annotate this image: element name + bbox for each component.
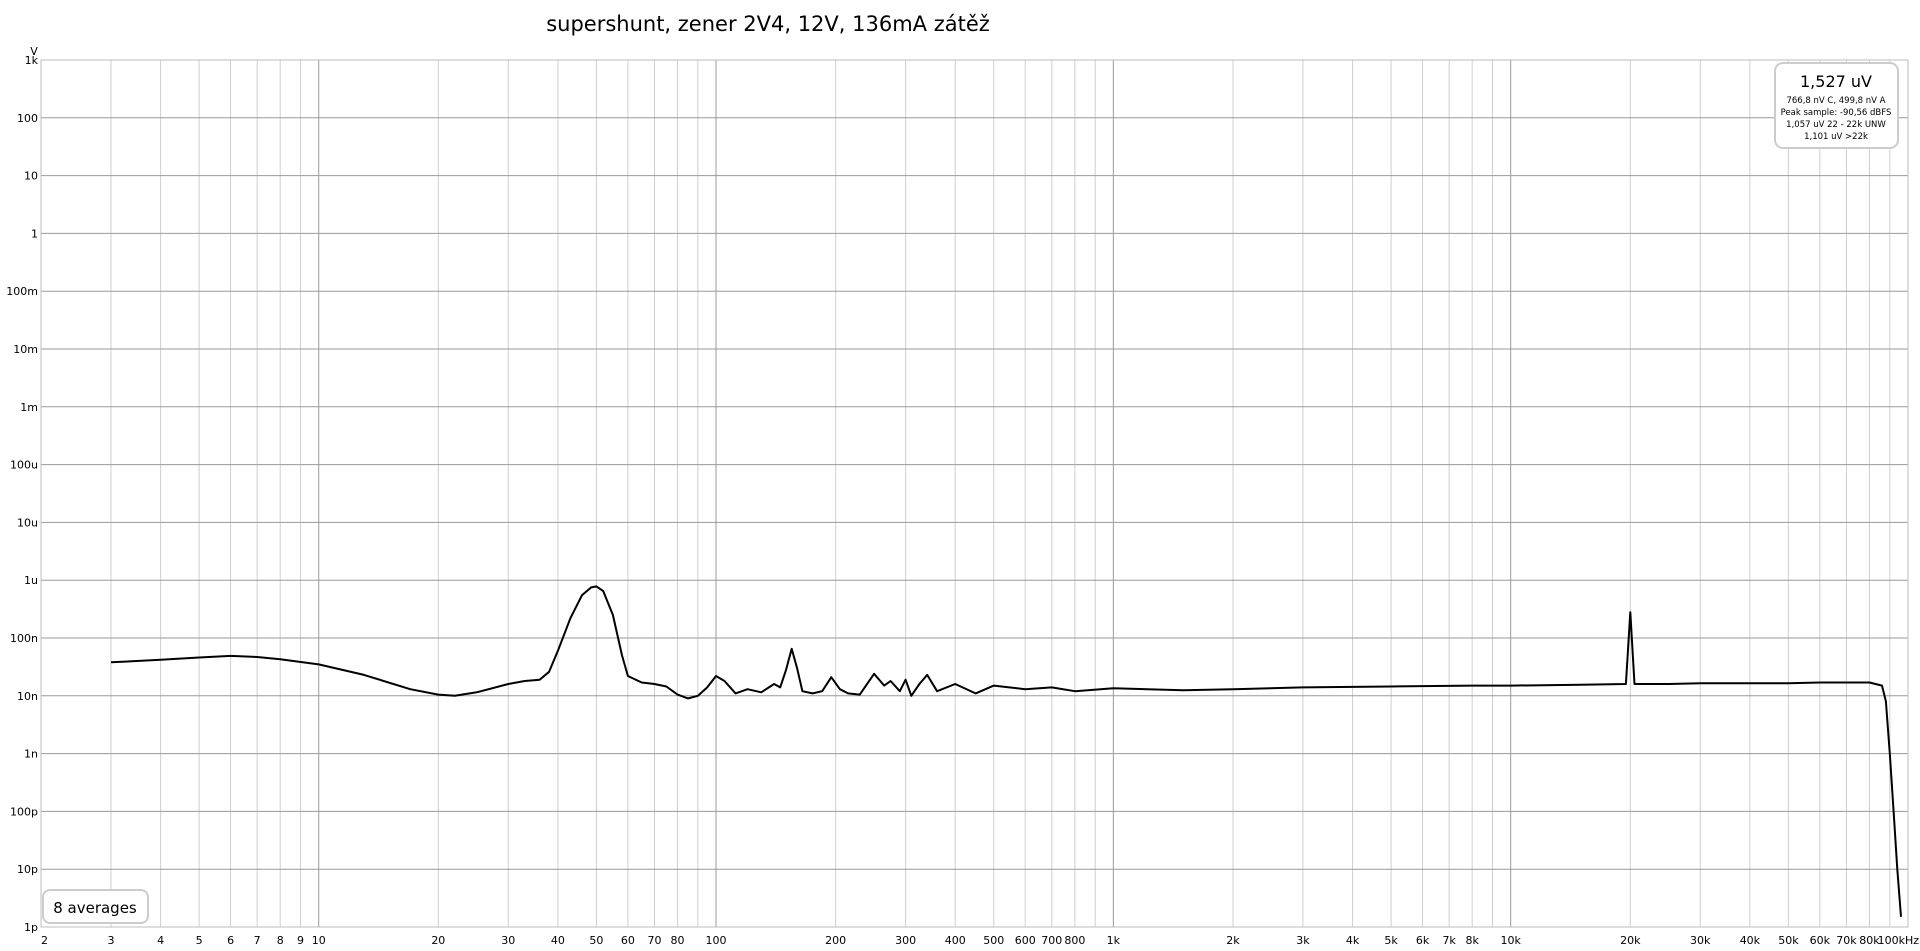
y-tick-label: 1m — [20, 401, 38, 414]
x-tick-label: 40k — [1740, 934, 1761, 947]
x-tick-label: 60 — [621, 934, 635, 947]
x-tick-label: 200 — [825, 934, 846, 947]
x-tick-label: 6 — [227, 934, 234, 947]
x-tick-label: 7 — [254, 934, 261, 947]
rms-main-value: 1,527 uV — [1800, 72, 1872, 91]
x-tick-label: 300 — [895, 934, 916, 947]
y-tick-label: 100n — [10, 632, 38, 645]
x-tick-label: 4k — [1346, 934, 1360, 947]
x-tick-label: 3 — [107, 934, 114, 947]
y-tick-label: 1k — [25, 54, 39, 67]
x-tick-label: 10k — [1500, 934, 1521, 947]
y-tick-label: 100u — [10, 459, 38, 472]
rms-readout-box[interactable]: 1,527 uV 766,8 nV C, 499,8 nV A Peak sam… — [1774, 62, 1899, 149]
x-tick-label: 80 — [671, 934, 685, 947]
x-tick-label: 20 — [431, 934, 445, 947]
y-tick-label: 10u — [17, 516, 38, 529]
x-tick-label: 40 — [551, 934, 565, 947]
rms-weighted-values: 766,8 nV C, 499,8 nV A — [1786, 96, 1885, 106]
rms-peak-sample: Peak sample: -90,56 dBFS — [1781, 108, 1892, 118]
averages-box[interactable]: 8 averages — [42, 889, 149, 924]
chart-title: supershunt, zener 2V4, 12V, 136mA zátěž — [546, 12, 990, 36]
x-tick-label: 70 — [647, 934, 661, 947]
x-tick-label: 700 — [1041, 934, 1062, 947]
x-tick-label: 400 — [945, 934, 966, 947]
x-tick-label: 50k — [1778, 934, 1799, 947]
averages-label: 8 averages — [53, 899, 137, 917]
x-tick-labels: 2 3 4 5 6 7 8 9 10 20 30 40 50 60 70 80 100 200 300 400 500 6… — [41, 934, 1919, 947]
y-tick-label: 1u — [24, 574, 38, 587]
x-tick-label: 2k — [1226, 934, 1240, 947]
grid — [40, 59, 1909, 928]
x-tick-label: 4 — [157, 934, 164, 947]
y-tick-label: 1n — [24, 748, 38, 761]
y-tick-label: 10 — [24, 170, 38, 183]
spectrum-trace — [110, 585, 1902, 917]
x-tick-label: 1k — [1107, 934, 1121, 947]
x-tick-label: 30k — [1690, 934, 1711, 947]
x-tick-label: 800 — [1064, 934, 1085, 947]
x-tick-label: 3k — [1296, 934, 1310, 947]
x-tick-label: 60k — [1810, 934, 1831, 947]
trace-layer — [110, 585, 1902, 917]
x-tick-label: 9 — [297, 934, 304, 947]
x-tick-label: 8 — [277, 934, 284, 947]
x-tick-label: 600 — [1015, 934, 1036, 947]
x-tick-label: 10 — [312, 934, 326, 947]
rms-above-22k: 1,101 uV >22k — [1804, 132, 1868, 142]
y-tick-label: 100p — [10, 805, 38, 818]
x-tick-label: 70k — [1836, 934, 1857, 947]
x-tick-label: 100kHz — [1878, 934, 1920, 947]
x-tick-label: 30 — [501, 934, 515, 947]
x-tick-label: 100 — [706, 934, 727, 947]
spectrum-chart: supershunt, zener 2V4, 12V, 136mA zátěž … — [6, 12, 1919, 947]
plot-frame — [40, 59, 1909, 928]
y-tick-labels: 1k 100 10 1 100m 10m 1m 100u 10u 1u 100n 10n 1n 100p 1… — [6, 54, 38, 934]
x-tick-label: 5 — [196, 934, 203, 947]
x-tick-label: 2 — [41, 934, 48, 947]
y-tick-label: 1p — [24, 921, 38, 934]
x-tick-label: 20k — [1620, 934, 1641, 947]
y-tick-label: 10p — [17, 863, 38, 876]
y-tick-label: 10n — [17, 690, 38, 703]
x-tick-label: 7k — [1442, 934, 1456, 947]
rms-unweighted-band: 1,057 uV 22 - 22k UNW — [1786, 120, 1886, 130]
x-tick-label: 50 — [589, 934, 603, 947]
x-tick-label: 6k — [1416, 934, 1430, 947]
y-tick-label: 10m — [13, 343, 38, 356]
x-tick-label: 500 — [983, 934, 1004, 947]
x-tick-label: 8k — [1465, 934, 1479, 947]
y-tick-label: 1 — [31, 227, 38, 240]
y-tick-label: 100 — [17, 112, 38, 125]
x-tick-label: 5k — [1384, 934, 1398, 947]
y-tick-label: 100m — [6, 285, 38, 298]
